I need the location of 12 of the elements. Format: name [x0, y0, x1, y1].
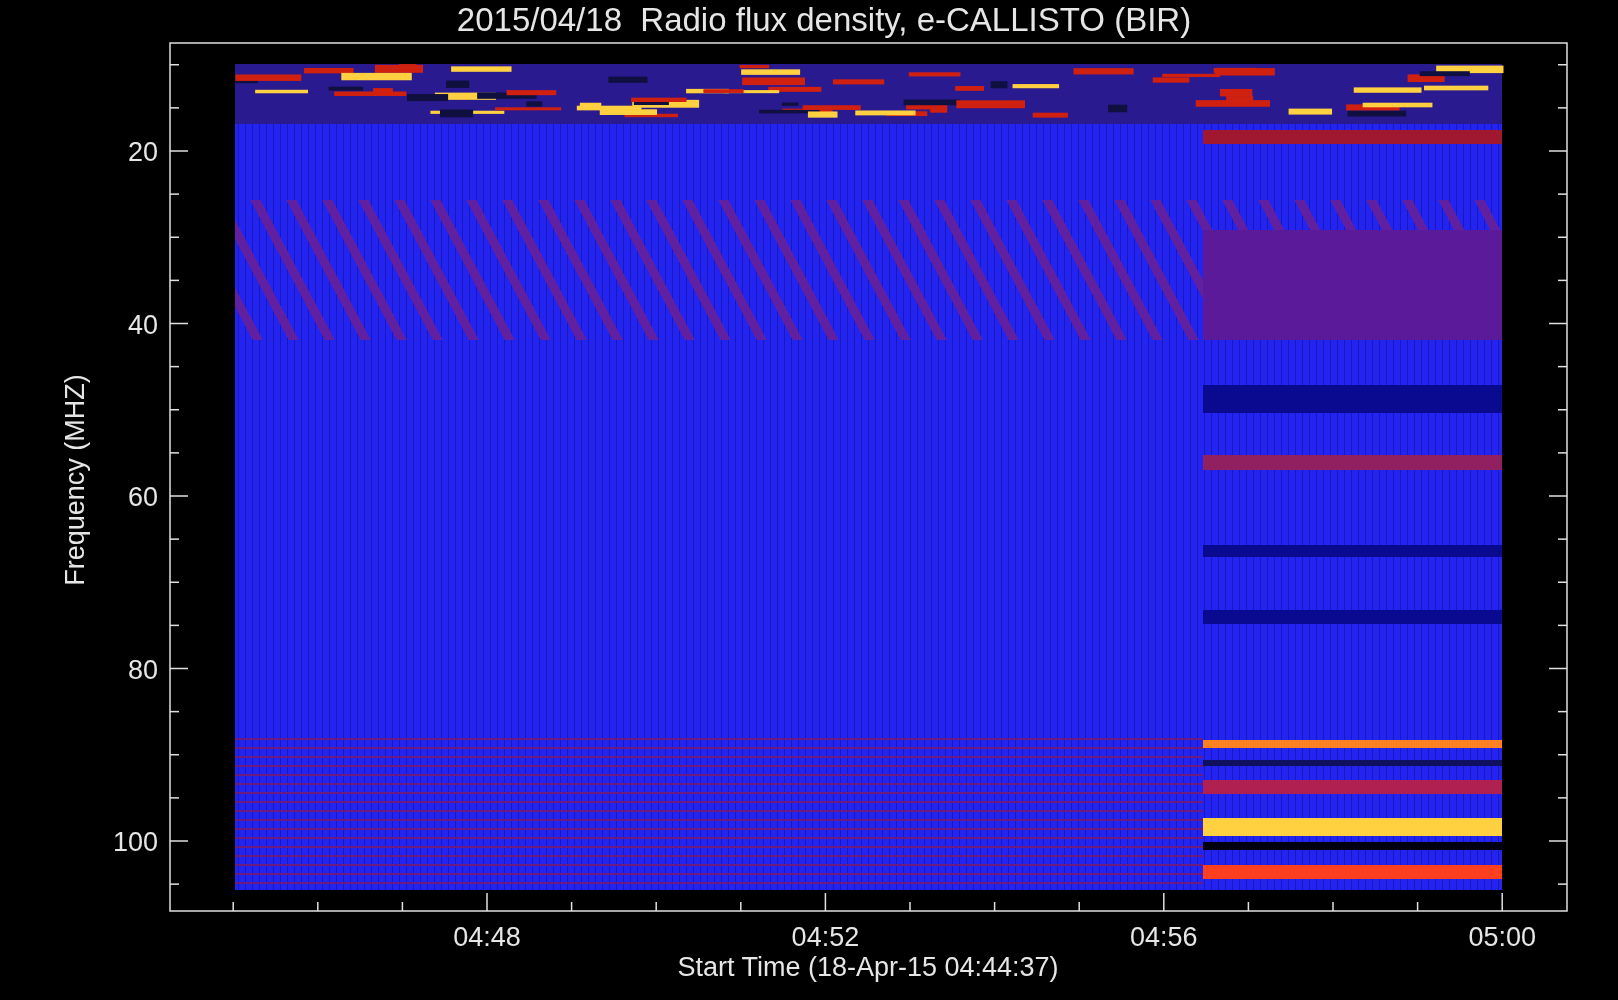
y-tick-label: 20 — [127, 137, 158, 167]
x-tick-label: 04:52 — [791, 922, 860, 952]
y-tick-label: 100 — [112, 827, 158, 857]
x-axis-label: Start Time (18-Apr-15 04:44:37) — [677, 952, 1059, 982]
y-tick-label: 40 — [127, 309, 158, 340]
y-axis-label: Frequency (MHZ) — [60, 374, 90, 586]
x-tick-label: 05:00 — [1468, 922, 1536, 952]
y-tick-label: 60 — [127, 482, 158, 512]
x-tick-label: 04:48 — [453, 922, 521, 952]
chart-title: 2015/04/18 Radio flux density, e-CALLISTO (BIR) — [456, 1, 1192, 39]
x-tick-label: 04:56 — [1130, 922, 1198, 952]
y-tick-label: 80 — [127, 654, 158, 685]
